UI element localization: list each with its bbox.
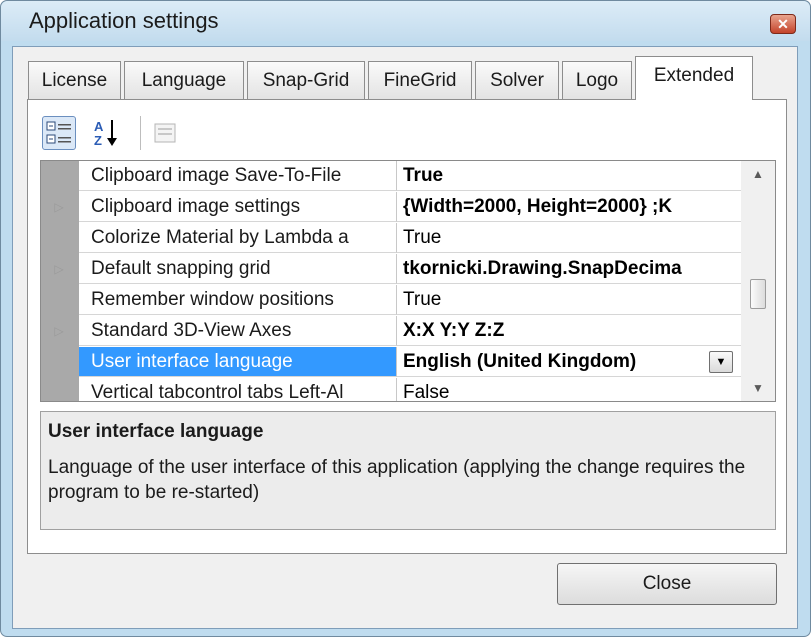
tab-extended[interactable]: Extended (635, 56, 753, 100)
tab-license[interactable]: License (28, 61, 121, 99)
scroll-down-icon[interactable]: ▼ (741, 375, 775, 401)
property-row[interactable]: Colorize Material by Lambda a True (41, 223, 741, 254)
tab-solver[interactable]: Solver (475, 61, 559, 99)
property-value[interactable]: X:X Y:Y Z:Z (397, 316, 741, 346)
window-close-icon[interactable]: ✕ (770, 14, 796, 34)
property-description-pane: User interface language Language of the … (40, 411, 776, 530)
vertical-scrollbar[interactable]: ▲ ▼ (741, 161, 775, 401)
property-row[interactable]: ▷ Clipboard image settings {Width=2000, … (41, 192, 741, 223)
property-name[interactable]: Default snapping grid (79, 254, 397, 284)
dropdown-arrow-icon[interactable]: ▼ (709, 351, 733, 373)
property-value[interactable]: False (397, 378, 741, 401)
scroll-thumb[interactable] (750, 279, 766, 309)
tab-finegrid[interactable]: FineGrid (368, 61, 472, 99)
property-name[interactable]: Standard 3D-View Axes (79, 316, 397, 346)
property-value[interactable]: English (United Kingdom) (397, 347, 741, 377)
property-value[interactable]: {Width=2000, Height=2000} ;K (397, 192, 741, 222)
toolbar-separator (140, 116, 141, 150)
property-value[interactable]: True (397, 223, 741, 253)
property-pages-icon[interactable] (150, 118, 184, 152)
property-name[interactable]: Clipboard image Save-To-File (79, 161, 397, 191)
property-row[interactable]: Remember window positions True (41, 285, 741, 316)
svg-text:Z: Z (94, 133, 102, 148)
property-row[interactable]: ▷ Default snapping grid tkornicki.Drawin… (41, 254, 741, 285)
property-row[interactable]: Clipboard image Save-To-File True (41, 161, 741, 192)
property-value[interactable]: tkornicki.Drawing.SnapDecima (397, 254, 741, 284)
expand-arrow-icon[interactable]: ▷ (51, 254, 67, 285)
property-value[interactable]: True (397, 285, 741, 315)
svg-text:A: A (94, 119, 104, 134)
scroll-up-icon[interactable]: ▲ (741, 161, 775, 187)
property-row-selected[interactable]: User interface language English (United … (41, 347, 741, 378)
property-name[interactable]: Colorize Material by Lambda a (79, 223, 397, 253)
window-title: Application settings (29, 8, 219, 33)
property-name[interactable]: User interface language (79, 347, 397, 377)
property-name[interactable]: Remember window positions (79, 285, 397, 315)
sort-alphabetical-icon[interactable]: A Z (90, 116, 124, 150)
title-bar[interactable]: Application settings ✕ (1, 1, 810, 41)
property-name[interactable]: Vertical tabcontrol tabs Left-Al (79, 378, 397, 401)
property-name[interactable]: Clipboard image settings (79, 192, 397, 222)
tab-language[interactable]: Language (124, 61, 244, 99)
categorized-view-icon[interactable] (42, 116, 76, 150)
expand-arrow-icon[interactable]: ▷ (51, 192, 67, 223)
property-row[interactable]: Vertical tabcontrol tabs Left-Al False (41, 378, 741, 401)
description-title: User interface language (48, 421, 264, 442)
property-grid[interactable]: Clipboard image Save-To-File True ▷ Clip… (40, 160, 776, 402)
property-row[interactable]: ▷ Standard 3D-View Axes X:X Y:Y Z:Z (41, 316, 741, 347)
description-text: Language of the user interface of this a… (48, 457, 746, 503)
expand-arrow-icon[interactable]: ▷ (51, 316, 67, 347)
tab-logo[interactable]: Logo (562, 61, 632, 99)
tab-snap-grid[interactable]: Snap-Grid (247, 61, 365, 99)
property-value[interactable]: True (397, 161, 741, 191)
close-button[interactable]: Close (557, 563, 777, 605)
